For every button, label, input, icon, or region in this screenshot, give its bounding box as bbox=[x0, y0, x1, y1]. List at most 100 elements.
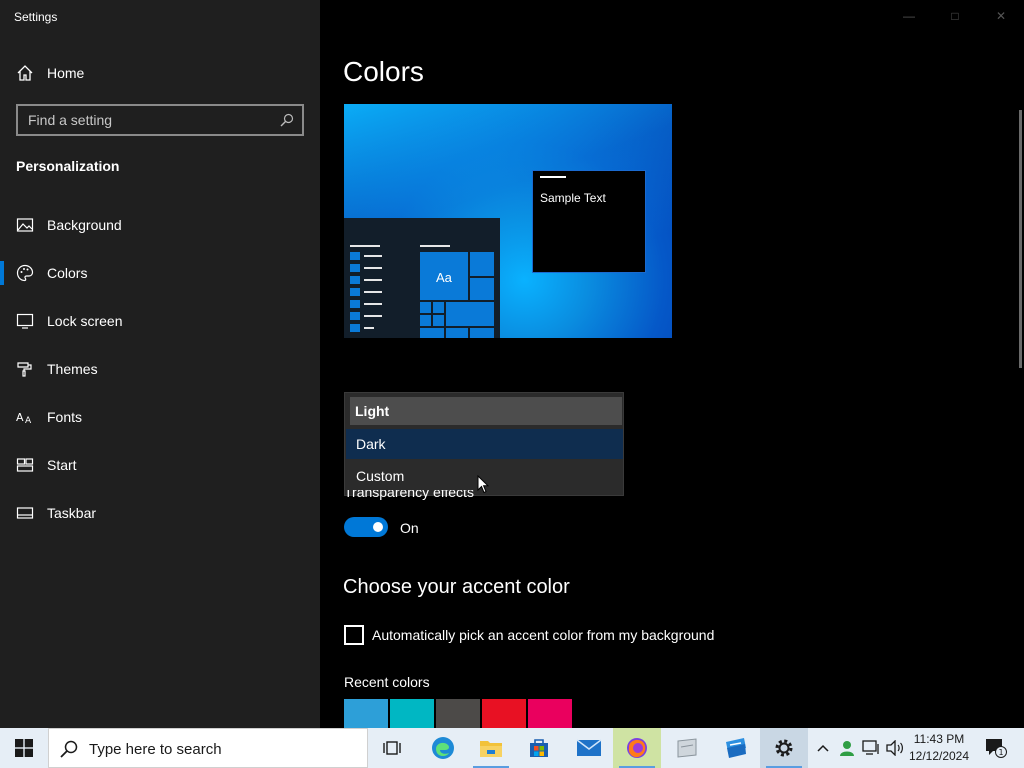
accent-section-title: Choose your accent color bbox=[343, 576, 570, 598]
close-icon[interactable]: ✕ bbox=[978, 0, 1024, 32]
notification-icon: 1 bbox=[986, 739, 1007, 758]
sidebar-item-lock-screen[interactable]: Lock screen bbox=[0, 301, 320, 341]
network-icon bbox=[862, 740, 879, 755]
clock-time: 11:43 PM bbox=[913, 732, 965, 746]
auto-accent-checkbox[interactable] bbox=[344, 625, 364, 645]
action-center-button[interactable]: 1 bbox=[976, 728, 1016, 768]
section-title: Personalization bbox=[16, 158, 120, 174]
app2-button[interactable] bbox=[712, 728, 760, 768]
search-icon[interactable] bbox=[280, 113, 294, 127]
mail-button[interactable] bbox=[565, 728, 613, 768]
settings-button[interactable] bbox=[760, 728, 808, 768]
sidebar-item-label: Taskbar bbox=[47, 505, 97, 521]
sidebar-item-fonts[interactable]: A A Fonts bbox=[0, 397, 320, 437]
preview-start-menu: Aa bbox=[344, 218, 500, 338]
auto-accent-label[interactable]: Automatically pick an accent color from … bbox=[372, 627, 714, 643]
taskbar-clock[interactable]: 11:43 PM 12/12/2024 bbox=[905, 731, 973, 765]
network-tray-button[interactable] bbox=[860, 728, 882, 768]
preview-window: Sample Text bbox=[532, 170, 646, 273]
page-title: Colors bbox=[343, 56, 424, 87]
volume-tray-button[interactable] bbox=[884, 728, 906, 768]
show-hidden-icons-button[interactable] bbox=[812, 728, 834, 768]
find-setting-search[interactable] bbox=[16, 104, 304, 136]
preview-tiles: Aa bbox=[420, 252, 494, 338]
store-icon bbox=[530, 739, 548, 757]
taskbar-search[interactable]: Type here to search bbox=[48, 728, 368, 768]
palette-icon bbox=[16, 264, 34, 282]
color-swatch[interactable] bbox=[390, 699, 434, 728]
mode-option-dark[interactable]: Dark bbox=[346, 429, 623, 459]
sidebar-item-label: Lock screen bbox=[47, 313, 123, 329]
home-icon bbox=[17, 65, 33, 81]
taskbar-search-placeholder: Type here to search bbox=[89, 741, 222, 758]
preview-sample-text: Sample Text bbox=[540, 191, 606, 205]
home-label: Home bbox=[47, 65, 85, 81]
firefox-icon bbox=[627, 738, 647, 758]
notification-count: 1 bbox=[998, 748, 1003, 757]
mouse-cursor-icon bbox=[477, 475, 489, 494]
app2-icon bbox=[726, 738, 746, 758]
sidebar-item-background[interactable]: Background bbox=[0, 205, 320, 245]
preview-tile-text: Aa bbox=[436, 270, 452, 285]
clock-date: 12/12/2024 bbox=[908, 749, 970, 763]
file-explorer-icon bbox=[480, 741, 502, 757]
toggle-knob bbox=[373, 522, 383, 532]
mode-option-light[interactable]: Light bbox=[350, 397, 622, 425]
mail-icon bbox=[576, 739, 602, 756]
sidebar-item-colors[interactable]: Colors bbox=[0, 253, 320, 293]
user-icon bbox=[840, 741, 854, 756]
edge-button[interactable] bbox=[419, 728, 467, 768]
sidebar-item-themes[interactable]: Themes bbox=[0, 349, 320, 389]
svg-text:A: A bbox=[25, 416, 32, 426]
transparency-label: Transparency effects bbox=[344, 490, 474, 500]
color-swatch[interactable] bbox=[436, 699, 480, 728]
sidebar-item-taskbar[interactable]: Taskbar bbox=[0, 493, 320, 533]
chevron-up-icon bbox=[817, 744, 829, 752]
windows-logo-icon bbox=[15, 739, 33, 757]
font-icon: A A bbox=[16, 411, 32, 426]
sidebar-item-start[interactable]: Start bbox=[0, 445, 320, 485]
search-icon bbox=[60, 740, 78, 758]
taskbar: Type here to search 11:43 PM 12/12/2024 … bbox=[0, 728, 1024, 768]
taskbar-icon bbox=[16, 507, 34, 519]
color-swatch[interactable] bbox=[344, 699, 388, 728]
color-swatch[interactable] bbox=[482, 699, 526, 728]
recent-colors-label: Recent colors bbox=[344, 674, 430, 690]
firefox-button[interactable] bbox=[613, 728, 661, 768]
svg-text:A: A bbox=[16, 411, 24, 424]
scrollbar[interactable] bbox=[1019, 110, 1022, 368]
settings-icon bbox=[775, 739, 793, 757]
maximize-icon[interactable]: □ bbox=[932, 0, 978, 32]
transparency-toggle[interactable] bbox=[344, 517, 388, 537]
transparency-state: On bbox=[400, 520, 419, 536]
app-icon bbox=[677, 738, 697, 758]
sidebar-item-label: Background bbox=[47, 217, 122, 233]
sidebar: Settings Home Personalization Background… bbox=[0, 0, 320, 728]
task-view-button[interactable] bbox=[368, 728, 416, 768]
brush-icon bbox=[17, 362, 32, 377]
sidebar-item-label: Start bbox=[47, 457, 77, 473]
color-swatch[interactable] bbox=[528, 699, 572, 728]
app-button[interactable] bbox=[663, 728, 711, 768]
file-explorer-button[interactable] bbox=[467, 728, 515, 768]
sidebar-item-label: Colors bbox=[47, 265, 88, 281]
home-nav-item[interactable]: Home bbox=[0, 58, 320, 88]
volume-icon bbox=[886, 740, 903, 756]
user-tray-button[interactable] bbox=[836, 728, 858, 768]
find-setting-input[interactable] bbox=[18, 106, 302, 134]
edge-icon bbox=[432, 737, 454, 759]
start-tiles-icon bbox=[16, 458, 34, 472]
minimize-icon[interactable]: — bbox=[886, 0, 932, 32]
store-button[interactable] bbox=[515, 728, 563, 768]
window-controls: — □ ✕ bbox=[886, 0, 1024, 32]
task-view-icon bbox=[383, 741, 401, 755]
app-title: Settings bbox=[14, 10, 58, 24]
sidebar-item-label: Fonts bbox=[47, 409, 83, 425]
sidebar-item-label: Themes bbox=[47, 361, 98, 377]
color-preview: Aa Sample Text bbox=[344, 104, 672, 338]
recent-colors bbox=[344, 699, 572, 728]
main-panel: — □ ✕ Colors Aa Sample Text Light Dark C… bbox=[320, 0, 1024, 728]
picture-icon bbox=[16, 218, 34, 232]
lock-screen-icon bbox=[16, 313, 34, 329]
start-button[interactable] bbox=[0, 728, 48, 768]
